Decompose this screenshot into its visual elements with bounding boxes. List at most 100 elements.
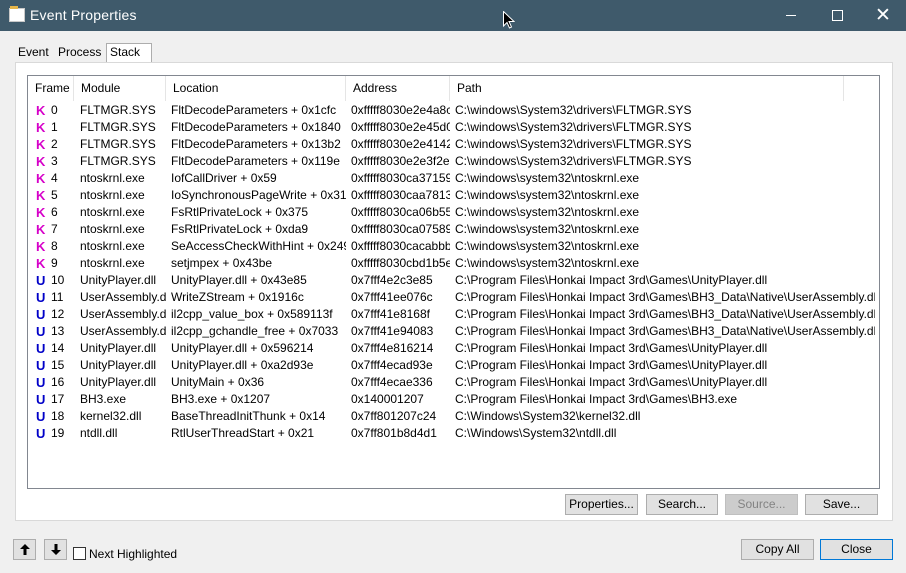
module-cell: UnityPlayer.dll [80,358,157,372]
frame-number: 7 [51,222,58,236]
table-row[interactable]: K 3 FLTMGR.SYS FltDecodeParameters + 0x119e… [28,153,879,170]
column-header-path[interactable]: Path [450,76,844,101]
properties-button[interactable]: Properties... [565,494,638,515]
location-cell: UnityPlayer.dll + 0xa2d93e [171,358,314,372]
frame-number: 19 [51,426,65,440]
location-cell: UnityPlayer.dll + 0x596214 [171,341,314,355]
address-cell: 0xfffff8030e2e45d0 [351,120,450,134]
frame-type-icon: U [36,426,46,441]
table-row[interactable]: U 13 UserAssembly.dll il2cpp_gchandle_free … [28,323,879,340]
location-cell: BaseThreadInitThunk + 0x14 [171,409,326,423]
table-row[interactable]: K 1 FLTMGR.SYS FltDecodeParameters + 0x1840… [28,119,879,136]
path-cell: C:\windows\System32\drivers\FLTMGR.SYS [455,137,692,151]
frame-type-icon: U [36,341,46,356]
close-window-button[interactable]: ✕ [860,0,906,31]
address-cell: 0xfffff8030caa7813 [351,188,450,202]
copy-all-button[interactable]: Copy All [741,539,814,560]
save-button[interactable]: Save... [805,494,878,515]
tab-process[interactable]: Process [55,44,109,61]
frame-number: 6 [51,205,58,219]
table-row[interactable]: K 6 ntoskrnl.exe FsRtlPrivateLock + 0x375 0x… [28,204,879,221]
frame-type-icon: U [36,307,46,322]
frame-type-icon: U [36,358,46,373]
frame-number: 8 [51,239,58,253]
frame-number: 9 [51,256,58,270]
address-cell: 0x140001207 [351,392,424,406]
tab-stack[interactable]: Stack [106,43,152,62]
frame-type-icon: U [36,290,46,305]
module-cell: UserAssembly.dll [80,324,166,338]
column-header-module[interactable]: Module [74,76,166,101]
mouse-cursor-icon [503,11,515,29]
table-row[interactable]: U 15 UnityPlayer.dll UnityPlayer.dll + 0xa2… [28,357,879,374]
module-cell: kernel32.dll [80,409,142,423]
table-row[interactable]: K 5 ntoskrnl.exe IoSynchronousPageWrite + 0… [28,187,879,204]
table-row[interactable]: K 8 ntoskrnl.exe SeAccessCheckWithHint + 0x… [28,238,879,255]
column-header-location[interactable]: Location [166,76,346,101]
path-cell: C:\windows\system32\ntoskrnl.exe [455,188,640,202]
frame-number: 10 [51,273,65,287]
frame-number: 0 [51,103,58,117]
frame-type-icon: U [36,273,46,288]
table-row[interactable]: U 16 UnityPlayer.dll UnityMain + 0x36 0x7fff… [28,374,879,391]
frame-number: 12 [51,307,65,321]
table-row[interactable]: K 9 ntoskrnl.exe setjmpex + 0x43be 0xfffff80… [28,255,879,272]
location-cell: RtlUserThreadStart + 0x21 [171,426,315,440]
module-cell: ntoskrnl.exe [80,256,145,270]
frame-type-icon: K [36,154,46,169]
location-cell: FsRtlPrivateLock + 0xda9 [171,222,309,236]
table-row[interactable]: U 11 UserAssembly.dll WriteZStream + 0x1916… [28,289,879,306]
location-cell: FltDecodeParameters + 0x1840 [171,120,341,134]
location-cell: BH3.exe + 0x1207 [171,392,271,406]
path-cell: C:\Windows\System32\ntdll.dll [455,426,617,440]
table-row[interactable]: K 2 FLTMGR.SYS FltDecodeParameters + 0x13b2… [28,136,879,153]
move-up-button[interactable] [13,539,36,560]
table-row[interactable]: U 10 UnityPlayer.dll UnityPlayer.dll + 0x43… [28,272,879,289]
table-row[interactable]: U 12 UserAssembly.dll il2cpp_value_box + 0x… [28,306,879,323]
location-cell: il2cpp_gchandle_free + 0x7033 [171,324,339,338]
next-highlighted-checkbox[interactable] [73,547,86,560]
table-row[interactable]: K 0 FLTMGR.SYS FltDecodeParameters + 0x1cfc… [28,102,879,119]
table-row[interactable]: U 19 ntdll.dll RtlUserThreadStart + 0x21 0x7… [28,425,879,442]
table-row[interactable]: U 17 BH3.exe BH3.exe + 0x1207 0x140001207 C:\… [28,391,879,408]
module-cell: FLTMGR.SYS [80,103,156,117]
table-row[interactable]: U 14 UnityPlayer.dll UnityPlayer.dll + 0x59… [28,340,879,357]
address-cell: 0x7ff801b8d4d1 [351,426,437,440]
location-cell: FltDecodeParameters + 0x13b2 [171,137,341,151]
tab-event[interactable]: Event [15,44,58,61]
module-cell: ntoskrnl.exe [80,222,145,236]
move-down-button[interactable] [44,539,67,560]
module-cell: FLTMGR.SYS [80,154,156,168]
module-cell: ntoskrnl.exe [80,239,145,253]
address-cell: 0xfffff8030e2e4142 [351,137,450,151]
column-header-frame[interactable]: Frame [28,76,74,101]
frame-type-icon: U [36,409,46,424]
path-cell: C:\Program Files\Honkai Impact 3rd\Games… [455,307,875,321]
minimize-button[interactable] [768,0,814,31]
frame-number: 5 [51,188,58,202]
frame-type-icon: K [36,171,46,186]
address-cell: 0x7fff41e94083 [351,324,434,338]
stack-list[interactable]: Frame Module Location Address Path K 0 FLT… [27,75,880,489]
close-button[interactable]: Close [820,539,893,560]
source-button[interactable]: Source... [725,494,798,515]
frame-number: 16 [51,375,65,389]
table-row[interactable]: K 7 ntoskrnl.exe FsRtlPrivateLock + 0xda9 0x… [28,221,879,238]
maximize-button[interactable] [814,0,860,31]
table-row[interactable]: K 4 ntoskrnl.exe IofCallDriver + 0x59 0xffff… [28,170,879,187]
address-cell: 0xfffff8030cacabbb [351,239,450,253]
address-cell: 0xfffff8030cbd1b5e [351,256,450,270]
frame-number: 15 [51,358,65,372]
list-header: Frame Module Location Address Path [28,76,879,101]
path-cell: C:\Program Files\Honkai Impact 3rd\Games… [455,375,768,389]
path-cell: C:\windows\system32\ntoskrnl.exe [455,256,640,270]
location-cell: UnityPlayer.dll + 0x43e85 [171,273,307,287]
search-button[interactable]: Search... [646,494,718,515]
module-cell: UnityPlayer.dll [80,375,157,389]
column-header-address[interactable]: Address [346,76,450,101]
location-cell: FltDecodeParameters + 0x1cfc [171,103,337,117]
table-row[interactable]: U 18 kernel32.dll BaseThreadInitThunk + 0x1… [28,408,879,425]
frame-number: 14 [51,341,65,355]
module-cell: UnityPlayer.dll [80,341,157,355]
module-cell: ntdll.dll [80,426,118,440]
